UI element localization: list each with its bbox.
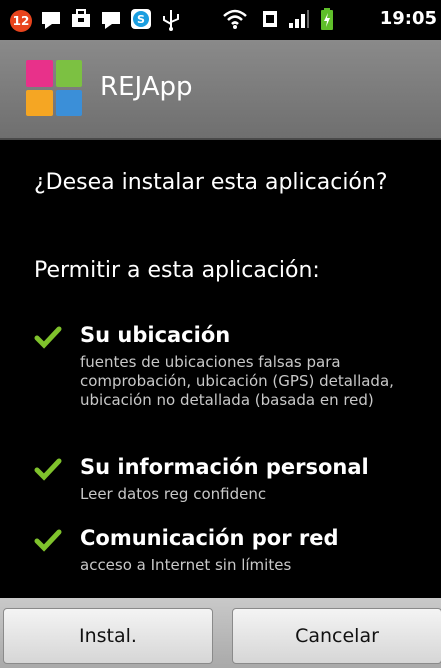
permission-description: acceso a Internet sin límites (80, 556, 292, 574)
clock: 19:05 (379, 8, 437, 29)
battery-icon (321, 8, 333, 30)
checkmark-icon (34, 326, 62, 349)
permission-description: Leer datos reg confidenc (80, 485, 267, 503)
logo-tile-blue (55, 89, 82, 116)
status-bar: 12 S 19:05 (0, 0, 441, 40)
cancel-button[interactable]: Cancelar (232, 608, 441, 664)
wifi-icon (223, 9, 247, 29)
app-title: REJApp (100, 72, 193, 102)
logo-tile-green (55, 60, 82, 87)
message-icon (42, 12, 60, 29)
install-content[interactable]: ¿Desea instalar esta aplicación? Permiti… (0, 140, 441, 598)
title-bar: REJApp (0, 40, 441, 140)
install-question: ¿Desea instalar esta aplicación? (34, 170, 388, 195)
skype-icon: S (131, 9, 151, 29)
usb-icon (163, 10, 179, 31)
permissions-heading: Permitir a esta aplicación: (34, 258, 320, 283)
sim-icon (263, 11, 277, 27)
button-bar: Instal. Cancelar (0, 598, 441, 668)
notification-count: 12 (12, 14, 30, 28)
checkmark-icon (34, 458, 62, 481)
logo-tile-orange (26, 89, 53, 116)
notification-badge[interactable]: 12 (10, 10, 32, 32)
permission-title: Su ubicación (80, 323, 231, 347)
briefcase-icon (72, 9, 90, 27)
checkmark-icon (34, 529, 62, 552)
logo-tile-pink (26, 60, 53, 87)
permission-title: Comunicación por red (80, 526, 339, 550)
svg-text:S: S (137, 13, 145, 26)
app-logo-icon (26, 60, 82, 116)
permission-description: fuentes de ubicaciones falsas para compr… (80, 353, 394, 409)
message-icon (102, 12, 120, 29)
install-button[interactable]: Instal. (3, 608, 213, 664)
signal-icon (289, 10, 309, 28)
permission-title: Su información personal (80, 455, 369, 479)
